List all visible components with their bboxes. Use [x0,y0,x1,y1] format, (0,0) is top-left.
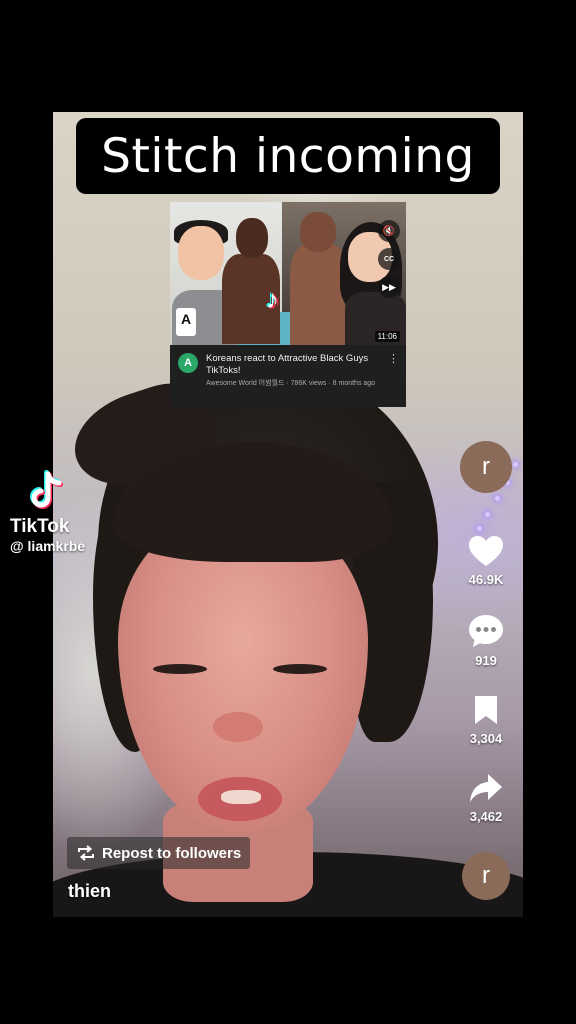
person-eye-right [273,664,327,674]
comment-count: 919 [475,653,497,668]
stitch-caption: Stitch incoming [76,118,500,194]
person-eye-left [153,664,207,674]
person-teeth [221,790,261,804]
tiktok-screen: Stitch incoming A ♪ 🔇 CC ▶▶ 11:06 A Kore… [0,0,576,1024]
youtube-thumbnail: A ♪ 🔇 CC ▶▶ 11:06 [170,202,406,345]
video-duration: 11:06 [374,331,400,342]
bookmark-count: 3,304 [469,731,503,746]
share-button[interactable]: 3,462 [456,771,516,824]
repost-label: Repost to followers [102,844,242,862]
bookmark-icon [475,696,497,724]
repost-icon [78,845,94,861]
author-username[interactable]: thien [68,881,111,902]
youtube-video-card: A ♪ 🔇 CC ▶▶ 11:06 A Koreans react to Att… [170,202,406,407]
like-button[interactable]: 46.9K [456,534,516,587]
comment-icon [469,615,503,647]
person-nose [213,712,263,742]
comment-button[interactable]: 919 [456,613,516,668]
watermark-username: @ liamkrbe [10,538,86,554]
repost-button[interactable]: Repost to followers [67,837,251,869]
tiktok-logo-overlay-icon: ♪ [266,284,279,314]
tiktok-logo-icon [30,470,63,509]
more-options-icon[interactable]: ⋮ [388,353,399,365]
bookmark-button[interactable]: 3,304 [456,693,516,746]
youtube-video-title[interactable]: Koreans react to Attractive Black Guys T… [206,353,386,377]
youtube-video-meta: Awesome World 어썸월드 · 786K views · 8 mont… [206,380,376,387]
captions-icon[interactable]: CC [378,248,400,270]
channel-badge: A [176,308,196,336]
like-count: 46.9K [468,572,504,587]
tiktok-wordmark: TikTok [10,516,70,537]
share-count: 3,462 [469,809,503,824]
share-icon [470,774,502,802]
mute-icon[interactable]: 🔇 [378,220,400,242]
creator-avatar[interactable]: r [460,441,512,493]
heart-icon [469,536,503,566]
sound-disc-avatar[interactable]: r [462,852,510,900]
fast-forward-icon[interactable]: ▶▶ [378,276,400,298]
channel-avatar[interactable]: A [178,353,198,373]
